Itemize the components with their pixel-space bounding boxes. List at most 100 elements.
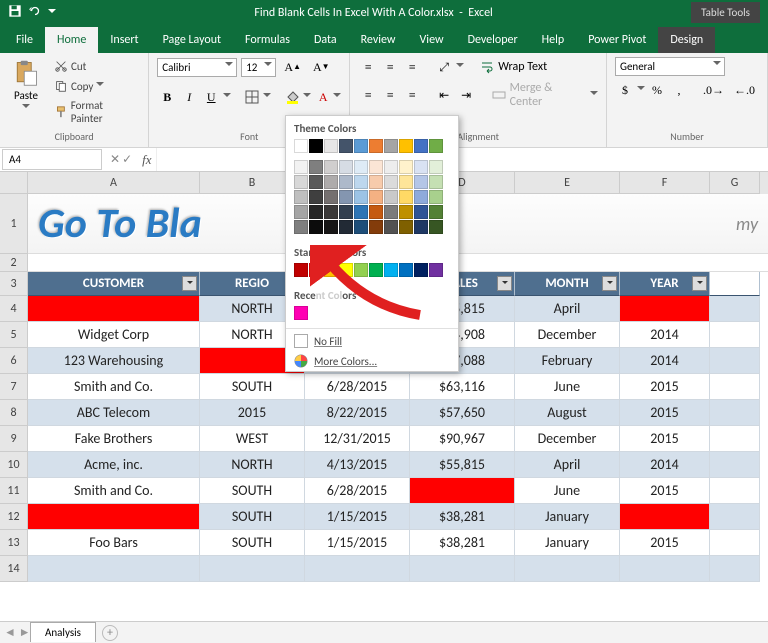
tab-insert[interactable]: Insert — [98, 27, 150, 53]
color-swatch[interactable] — [324, 175, 338, 189]
cell[interactable]: SOUTH — [200, 374, 305, 400]
color-swatch[interactable] — [324, 190, 338, 204]
cell[interactable] — [305, 556, 410, 582]
color-swatch[interactable] — [414, 160, 428, 174]
color-swatch[interactable] — [294, 220, 308, 234]
tab-data[interactable]: Data — [302, 27, 349, 53]
sheet-nav-arrows[interactable]: ◄ ► — [4, 625, 30, 640]
color-swatch[interactable] — [354, 139, 368, 153]
cell[interactable]: December — [515, 322, 620, 348]
cell[interactable]: Smith and Co. — [28, 374, 200, 400]
font-name-combo[interactable]: Calibri — [157, 58, 237, 77]
cell[interactable]: 1/15/2015 — [305, 504, 410, 530]
cell[interactable]: $57,650 — [410, 400, 515, 426]
cell[interactable]: 8/22/2015 — [305, 400, 410, 426]
color-swatch[interactable] — [369, 160, 383, 174]
decrease-decimal-button[interactable]: ←.0 — [730, 80, 759, 100]
color-swatch[interactable] — [354, 175, 368, 189]
color-swatch[interactable] — [369, 190, 383, 204]
cell[interactable]: 2015 — [620, 426, 710, 452]
cell[interactable] — [710, 530, 760, 556]
color-swatch[interactable] — [414, 220, 428, 234]
cut-button[interactable]: Cut — [50, 57, 140, 75]
cell[interactable]: August — [515, 400, 620, 426]
color-swatch[interactable] — [294, 263, 308, 277]
cell[interactable]: Smith and Co. — [28, 478, 200, 504]
cell[interactable] — [620, 296, 710, 322]
cell[interactable] — [200, 556, 305, 582]
color-swatch[interactable] — [294, 175, 308, 189]
color-swatch[interactable] — [324, 160, 338, 174]
color-swatch[interactable] — [309, 175, 323, 189]
color-swatch[interactable] — [399, 190, 413, 204]
color-swatch[interactable] — [414, 205, 428, 219]
add-sheet-button[interactable]: + — [102, 625, 118, 641]
cell[interactable] — [710, 296, 760, 322]
color-swatch[interactable] — [309, 205, 323, 219]
row-header[interactable]: 14 — [0, 556, 28, 582]
color-swatch[interactable] — [309, 220, 323, 234]
cell[interactable] — [515, 556, 620, 582]
row-header[interactable]: 7 — [0, 374, 28, 400]
cell[interactable] — [710, 478, 760, 504]
grow-font-button[interactable]: A▲ — [280, 57, 305, 77]
color-swatch[interactable] — [384, 160, 398, 174]
color-swatch[interactable] — [324, 220, 338, 234]
cell[interactable] — [410, 556, 515, 582]
currency-button[interactable]: $ — [615, 80, 635, 100]
underline-button[interactable]: U — [201, 87, 221, 107]
row-header[interactable]: 9 — [0, 426, 28, 452]
color-swatch[interactable] — [429, 220, 443, 234]
tab-view[interactable]: View — [408, 27, 456, 53]
color-swatch[interactable] — [399, 139, 413, 153]
bold-button[interactable]: B — [157, 87, 177, 107]
color-swatch[interactable] — [369, 175, 383, 189]
color-swatch[interactable] — [399, 160, 413, 174]
color-swatch[interactable] — [354, 263, 368, 277]
cell[interactable]: 6/28/2015 — [305, 478, 410, 504]
cell[interactable] — [28, 556, 200, 582]
cell[interactable]: 4/13/2015 — [305, 452, 410, 478]
cell[interactable]: 123 Warehousing — [28, 348, 200, 374]
color-swatch[interactable] — [339, 263, 353, 277]
fx-icon[interactable]: fx — [138, 152, 155, 168]
italic-button[interactable]: I — [179, 87, 199, 107]
tab-formulas[interactable]: Formulas — [233, 27, 302, 53]
filter-icon[interactable] — [497, 276, 512, 291]
cell[interactable] — [710, 322, 760, 348]
column-header-G[interactable]: G — [710, 172, 760, 194]
column-header-F[interactable]: F — [620, 172, 710, 194]
color-swatch[interactable] — [384, 205, 398, 219]
color-swatch[interactable] — [294, 160, 308, 174]
color-swatch[interactable] — [429, 190, 443, 204]
color-swatch[interactable] — [369, 220, 383, 234]
cell[interactable]: ABC Telecom — [28, 400, 200, 426]
color-swatch[interactable] — [339, 190, 353, 204]
color-swatch[interactable] — [429, 139, 443, 153]
column-header-A[interactable]: A — [28, 172, 200, 194]
color-swatch[interactable] — [309, 263, 323, 277]
format-painter-button[interactable]: Format Painter — [50, 97, 140, 127]
row-header[interactable]: 2 — [0, 254, 28, 272]
tab-home[interactable]: Home — [45, 27, 98, 53]
header-year[interactable]: YEAR — [620, 272, 710, 296]
tab-file[interactable]: File — [4, 27, 45, 53]
cell[interactable]: 2014 — [620, 322, 710, 348]
row-header[interactable]: 6 — [0, 348, 28, 374]
cell[interactable] — [410, 478, 515, 504]
tab-power-pivot[interactable]: Power Pivot — [576, 27, 658, 53]
color-swatch[interactable] — [339, 220, 353, 234]
tab-design[interactable]: Design — [658, 27, 715, 53]
cell[interactable] — [28, 296, 200, 322]
cell[interactable]: April — [515, 452, 620, 478]
tab-developer[interactable]: Developer — [456, 27, 530, 53]
color-swatch[interactable] — [354, 205, 368, 219]
cell[interactable]: $38,281 — [410, 504, 515, 530]
color-swatch[interactable] — [324, 263, 338, 277]
cell[interactable]: February — [515, 348, 620, 374]
tab-review[interactable]: Review — [349, 27, 408, 53]
color-swatch[interactable] — [384, 263, 398, 277]
cell[interactable] — [710, 426, 760, 452]
color-swatch[interactable] — [294, 205, 308, 219]
color-swatch[interactable] — [354, 220, 368, 234]
